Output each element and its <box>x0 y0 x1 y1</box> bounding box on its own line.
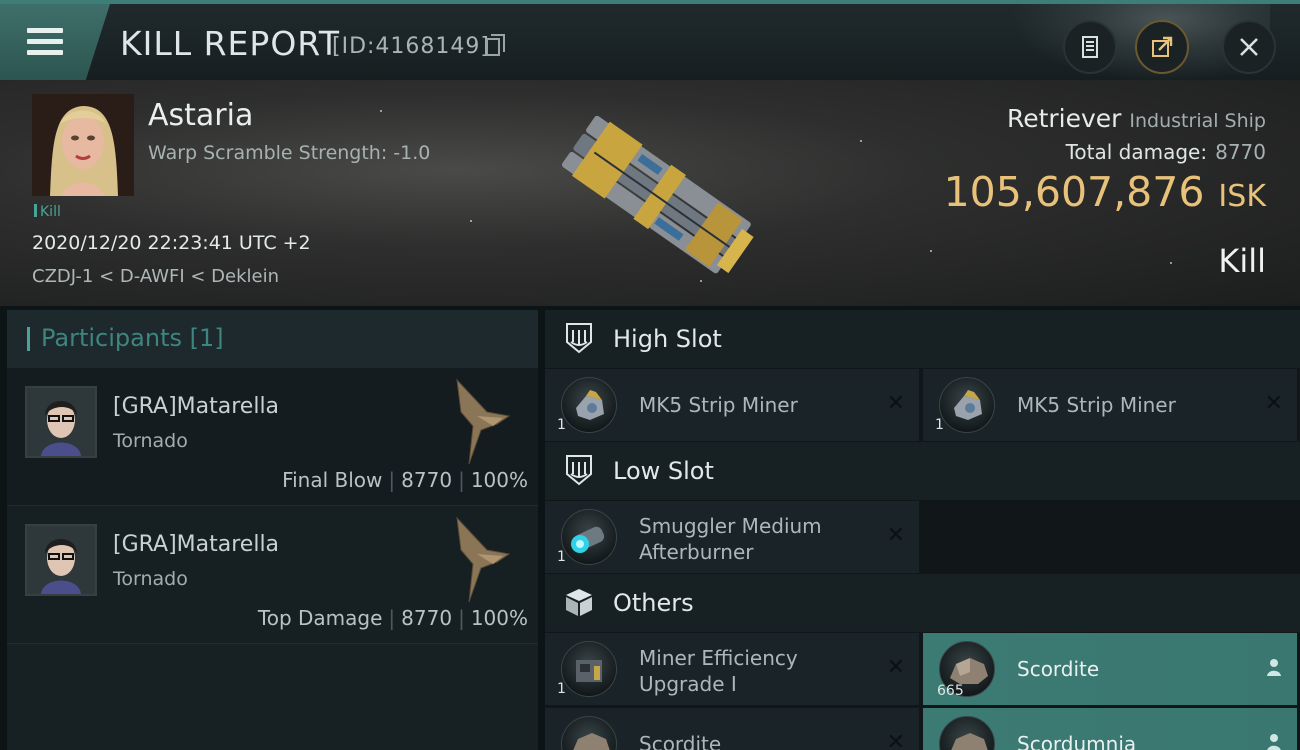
destroyed-icon: ✕ <box>886 730 905 750</box>
victim-portrait[interactable] <box>32 94 134 196</box>
ship-class: Industrial Ship <box>1129 110 1266 132</box>
participant-ship-image[interactable] <box>447 510 517 606</box>
module-slot[interactable]: 1 MK5 Strip Miner ✕ <box>545 369 919 441</box>
module-name: MK5 Strip Miner <box>1017 393 1176 417</box>
destroyed-icon: ✕ <box>1264 391 1283 416</box>
item-name: Scordumnia <box>1017 732 1137 750</box>
close-icon <box>1240 38 1258 56</box>
participants-header[interactable]: Participants [1] <box>7 310 538 368</box>
isk-amount: 105,607,876 <box>943 168 1205 216</box>
destroyed-icon: ✕ <box>886 391 905 416</box>
kill-report-id: [ID:4168149] <box>332 34 490 59</box>
low-slot-header: Low Slot <box>545 442 1300 500</box>
cargo-item[interactable]: 665 Scordite <box>923 633 1297 705</box>
high-slot-icon <box>566 323 592 354</box>
participant-damage: 8770 <box>401 606 453 630</box>
share-button[interactable] <box>1135 20 1189 74</box>
menu-icon <box>27 28 63 56</box>
participant-percent: 100% <box>470 606 528 630</box>
item-name: Scordite <box>1017 657 1100 681</box>
strip-miner-icon <box>939 377 995 433</box>
victim-summary: Astaria Warp Scramble Strength: -1.0 Kil… <box>0 80 1300 306</box>
module-quantity: 1 <box>557 681 566 697</box>
victim-ship: Retriever Industrial Ship <box>1007 104 1266 133</box>
module-name: Miner Efficiency Upgrade I <box>639 646 798 696</box>
low-slot-label: Low Slot <box>613 457 714 485</box>
module-slot[interactable]: 1 Smuggler Medium Afterburner ✕ <box>545 501 919 573</box>
dropped-person-icon <box>1267 659 1281 676</box>
kill-location[interactable]: CZDJ-1 < D-AWFI < Deklein <box>32 266 279 287</box>
total-damage-value: 8770 <box>1215 140 1266 164</box>
participant-row[interactable]: [GRA]Matarella Tornado Top Damage | 8770 | 1… <box>7 506 538 644</box>
fitting-panel: High Slot 1 MK5 Strip Miner ✕ 1 MK5 Stri… <box>545 310 1300 750</box>
module-slot[interactable]: 1 MK5 Strip Miner ✕ <box>923 369 1297 441</box>
participant-ship: Tornado <box>113 430 188 452</box>
kill-result: Kill <box>1218 242 1266 280</box>
destroyed-icon: ✕ <box>886 655 905 680</box>
others-label: Others <box>613 589 694 617</box>
copy-icon[interactable] <box>486 34 505 56</box>
scordite-ore-icon <box>939 716 995 750</box>
destroyed-icon: ✕ <box>886 523 905 548</box>
module-quantity: 1 <box>557 417 566 433</box>
victim-name[interactable]: Astaria <box>148 98 253 133</box>
participant-stats: Top Damage | 8770 | 100% <box>257 606 528 630</box>
participant-ship-image[interactable] <box>447 372 517 468</box>
miner-upgrade-icon <box>561 641 617 697</box>
participants-panel: Participants [1] [GRA]Matarella Tornado … <box>7 310 538 750</box>
module-quantity: 1 <box>935 417 944 433</box>
total-damage-label: Total damage: <box>1065 140 1208 164</box>
report-button[interactable] <box>1063 20 1117 74</box>
module-slot[interactable]: 1 Miner Efficiency Upgrade I ✕ <box>545 633 919 705</box>
afterburner-icon <box>561 509 617 565</box>
isk-value: 105,607,876 ISK <box>944 168 1266 216</box>
avatar[interactable] <box>25 386 97 458</box>
report-icon <box>1082 36 1098 58</box>
cargo-item[interactable]: Scordumnia <box>923 708 1297 750</box>
total-damage: Total damage: 8770 <box>1066 140 1266 164</box>
participant-stats: Final Blow | 8770 | 100% <box>282 468 528 492</box>
kill-datetime: 2020/12/20 22:23:41 UTC +2 <box>32 232 311 254</box>
item-quantity: 665 <box>937 683 964 699</box>
participant-name[interactable]: [GRA]Matarella <box>113 394 279 419</box>
header-accent <box>27 327 30 351</box>
module-name: Scordite <box>639 732 722 750</box>
participants-label: Participants [1] <box>41 324 224 352</box>
ship-name[interactable]: Retriever <box>1007 104 1122 133</box>
participant-role: Top Damage <box>257 606 383 630</box>
share-icon <box>1152 36 1173 57</box>
kill-tag: Kill <box>34 204 61 220</box>
low-slot-icon <box>566 455 592 486</box>
high-slot-header: High Slot <box>545 310 1300 368</box>
dropped-person-icon <box>1267 734 1281 750</box>
isk-unit: ISK <box>1218 179 1266 214</box>
participant-damage: 8770 <box>401 468 453 492</box>
module-quantity: 1 <box>557 549 566 565</box>
victim-ship-image[interactable] <box>520 100 780 290</box>
cargo-box-icon <box>566 589 592 616</box>
menu-button[interactable] <box>0 4 110 80</box>
module-name: Smuggler Medium Afterburner <box>639 514 822 564</box>
scordite-ore-icon <box>561 716 617 750</box>
participant-name[interactable]: [GRA]Matarella <box>113 532 279 557</box>
participant-percent: 100% <box>470 468 528 492</box>
high-slot-label: High Slot <box>613 325 722 353</box>
participant-ship: Tornado <box>113 568 188 590</box>
page-title: KILL REPORT <box>120 24 340 63</box>
others-header: Others <box>545 574 1300 632</box>
close-button[interactable] <box>1222 20 1276 74</box>
strip-miner-icon <box>561 377 617 433</box>
title-bar: KILL REPORT [ID:4168149] <box>0 0 1300 82</box>
participant-row[interactable]: [GRA]Matarella Tornado Final Blow | 8770 | 1… <box>7 368 538 506</box>
warp-scramble-strength: Warp Scramble Strength: -1.0 <box>148 142 431 164</box>
participant-role: Final Blow <box>282 468 383 492</box>
avatar[interactable] <box>25 524 97 596</box>
module-slot[interactable]: Scordite ✕ <box>545 708 919 750</box>
module-name: MK5 Strip Miner <box>639 393 798 417</box>
